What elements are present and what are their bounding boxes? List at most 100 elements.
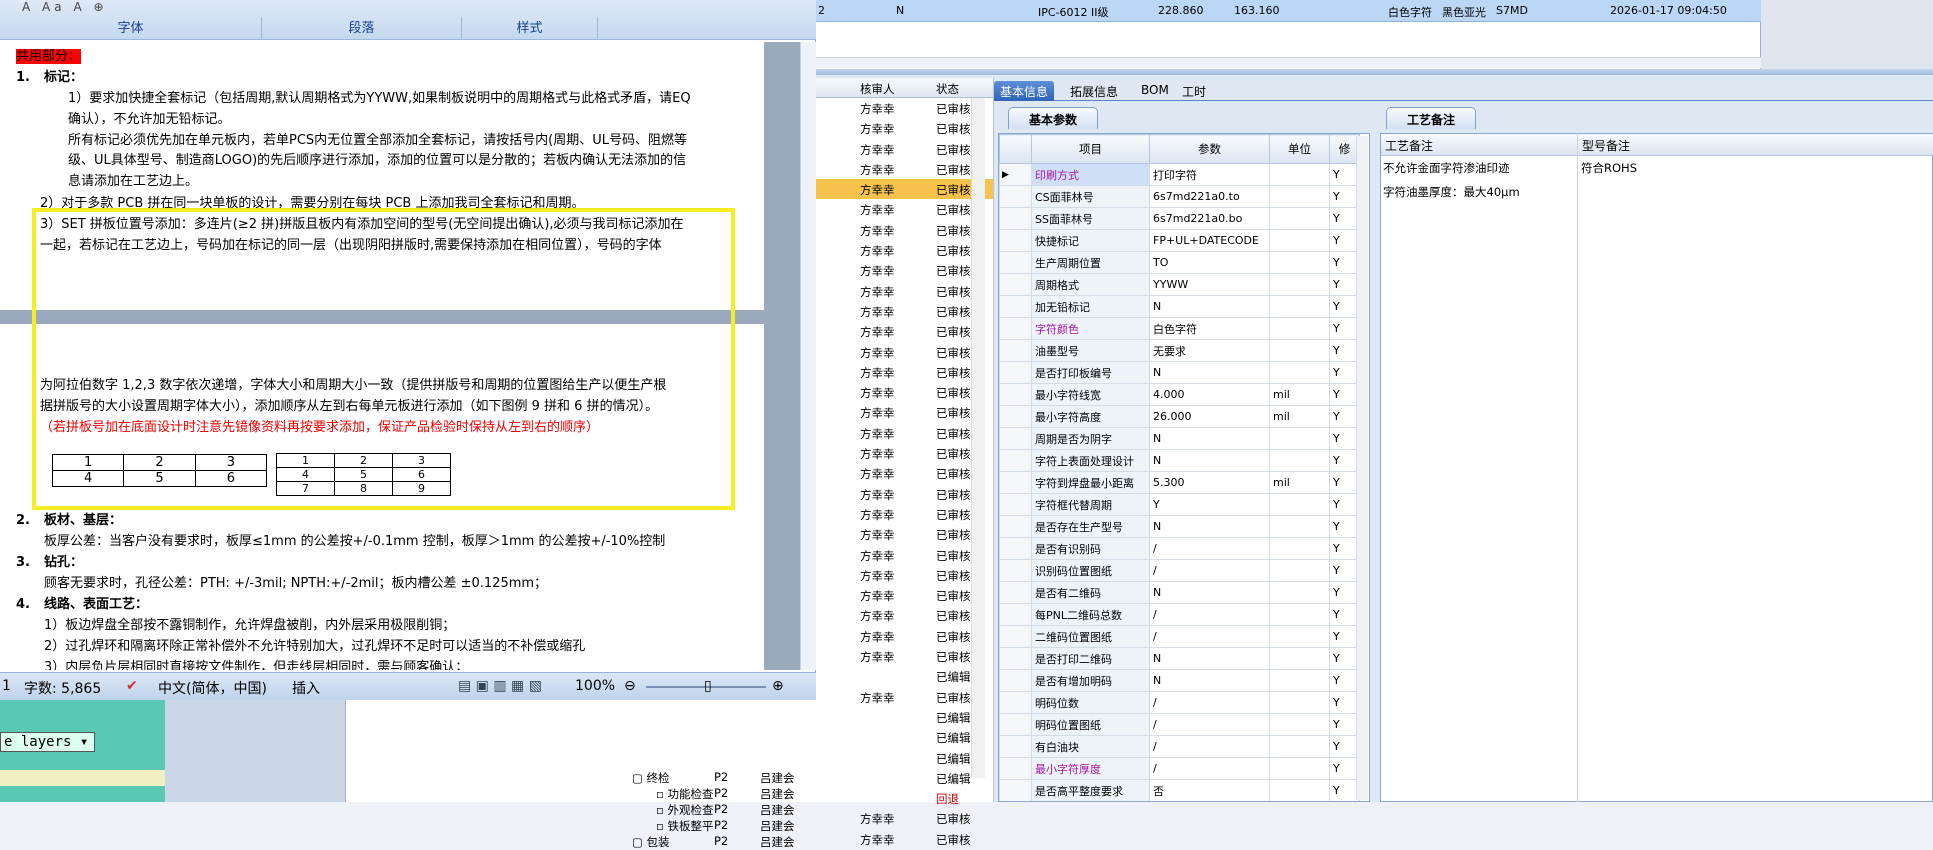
param-row[interactable]: SS面菲林号 6s7md221a0.bo Y bbox=[999, 207, 1360, 230]
tree-row[interactable]: 方幸幸 已审核 bbox=[816, 240, 993, 260]
grid-header-modify[interactable]: 修 bbox=[1329, 134, 1360, 164]
tab-bom[interactable]: BOM bbox=[1135, 81, 1175, 101]
layers-dropdown[interactable]: e layers ▾ bbox=[0, 732, 95, 752]
param-row[interactable]: 周期是否为阴字 N Y bbox=[999, 427, 1360, 450]
tab-extended-info[interactable]: 拓展信息 bbox=[1064, 81, 1124, 101]
param-value[interactable]: 无要求 bbox=[1149, 339, 1270, 362]
col-header-status[interactable]: 状态 bbox=[936, 81, 959, 97]
word-count[interactable]: 字数: 5,865 bbox=[24, 678, 101, 698]
param-value[interactable]: 6s7md221a0.to bbox=[1149, 185, 1270, 208]
param-value[interactable]: / bbox=[1149, 757, 1270, 780]
param-value[interactable]: / bbox=[1149, 691, 1270, 714]
tree-row[interactable]: 方幸幸 已审核 bbox=[816, 98, 993, 118]
param-value[interactable]: 4.000 bbox=[1149, 383, 1270, 406]
param-row[interactable]: 字符颜色 白色字符 Y bbox=[999, 317, 1360, 340]
tree-row[interactable]: 方幸幸 已审核 bbox=[816, 199, 993, 219]
notes-header-process[interactable]: 工艺备注 bbox=[1381, 134, 1578, 156]
selected-record-row[interactable]: 2 N IPC-6012 II级 228.860 163.160 白色字符 黑色… bbox=[816, 0, 1761, 22]
param-row[interactable]: ▶ 印刷方式 打印字符 Y bbox=[999, 163, 1360, 186]
insert-mode[interactable]: 插入 bbox=[292, 678, 320, 698]
param-row[interactable]: 生产周期位置 TO Y bbox=[999, 251, 1360, 274]
tree-row[interactable]: 方幸幸 已审核 bbox=[816, 808, 993, 828]
param-row[interactable]: 快捷标记 FP+UL+DATECODE Y bbox=[999, 229, 1360, 252]
param-value[interactable]: N bbox=[1149, 361, 1270, 384]
tab-basic-info[interactable]: 基本信息 bbox=[994, 81, 1055, 101]
param-row[interactable]: 最小字符线宽 4.000 mil Y bbox=[999, 383, 1360, 406]
param-value[interactable]: / bbox=[1149, 603, 1270, 626]
tree-row[interactable]: 方幸幸 已审核 bbox=[816, 585, 993, 605]
param-row[interactable]: 字符上表面处理设计 N Y bbox=[999, 449, 1360, 472]
font-color-icon[interactable]: A bbox=[22, 0, 34, 14]
param-value[interactable]: / bbox=[1149, 713, 1270, 736]
page-indicator[interactable]: 1 bbox=[2, 678, 11, 694]
tree-row[interactable]: 方幸幸 已审核 bbox=[816, 524, 993, 544]
param-row[interactable]: 最小字符厚度 / Y bbox=[999, 757, 1360, 780]
spell-check-icon[interactable]: ✔ bbox=[126, 678, 138, 694]
tree-row[interactable]: 方幸幸 已审核 bbox=[816, 260, 993, 280]
param-value[interactable]: 白色字符 bbox=[1149, 317, 1270, 340]
param-value[interactable]: 6s7md221a0.bo bbox=[1149, 207, 1270, 230]
param-value[interactable]: TO bbox=[1149, 251, 1270, 274]
param-row[interactable]: 是否有识别码 / Y bbox=[999, 537, 1360, 560]
font-toolbar[interactable]: A Aa A ⊕ bbox=[22, 0, 242, 16]
param-row[interactable]: 是否有二维码 N Y bbox=[999, 581, 1360, 604]
param-value[interactable]: N bbox=[1149, 647, 1270, 670]
tree-row[interactable]: 方幸幸 已审核 bbox=[816, 484, 993, 504]
tree-row[interactable]: 方幸幸 已审核 bbox=[816, 118, 993, 138]
tree-row[interactable]: 方幸幸 已审核 bbox=[816, 423, 993, 443]
zoom-out-icon[interactable]: ⊖ bbox=[624, 678, 636, 694]
param-row[interactable]: 最小字符高度 26.000 mil Y bbox=[999, 405, 1360, 428]
tree-row[interactable]: 已编辑 bbox=[816, 666, 993, 686]
param-value[interactable]: 否 bbox=[1149, 779, 1270, 801]
bottom-tree-node[interactable]: ▢ 包装 bbox=[632, 834, 670, 850]
zoom-in-icon[interactable]: ⊕ bbox=[772, 678, 784, 694]
bottom-tree-node[interactable]: ▫ 铁板整平 bbox=[656, 818, 713, 834]
view-buttons-icon[interactable]: ▤ ▣ ▥ ▦ ▧ bbox=[458, 678, 542, 694]
param-value[interactable]: 26.000 bbox=[1149, 405, 1270, 428]
param-value[interactable]: N bbox=[1149, 295, 1270, 318]
param-value[interactable]: / bbox=[1149, 625, 1270, 648]
param-row[interactable]: 每PNL二维码总数 / Y bbox=[999, 603, 1360, 626]
param-row[interactable]: 字符到焊盘最小距离 5.300 mil Y bbox=[999, 471, 1360, 494]
tree-row[interactable]: 已编辑 bbox=[816, 707, 993, 727]
param-row[interactable]: 周期格式 YYWW Y bbox=[999, 273, 1360, 296]
insert-symbol-icon[interactable]: ⊕ bbox=[93, 0, 107, 14]
tree-row[interactable]: 已编辑 bbox=[816, 768, 993, 788]
tree-row[interactable]: 方幸幸 已审核 bbox=[816, 605, 993, 625]
param-row[interactable]: 二维码位置图纸 / Y bbox=[999, 625, 1360, 648]
param-row[interactable]: 明码位数 / Y bbox=[999, 691, 1360, 714]
tree-row[interactable]: 方幸幸 已审核 bbox=[816, 545, 993, 565]
bottom-tree-node[interactable]: ▢ 终检 bbox=[632, 770, 670, 786]
param-row[interactable]: 是否高平整度要求否 Y bbox=[999, 779, 1360, 801]
tree-row[interactable]: 方幸幸 已审核 bbox=[816, 646, 993, 666]
param-value[interactable]: YYWW bbox=[1149, 273, 1270, 296]
tree-row[interactable]: 方幸幸 已审核 bbox=[816, 463, 993, 483]
param-value[interactable]: N bbox=[1149, 581, 1270, 604]
param-row[interactable]: 是否有增加明码 N Y bbox=[999, 669, 1360, 692]
tree-row[interactable]: 方幸幸 已审核 bbox=[816, 829, 993, 849]
grid-vertical-scrollbar[interactable] bbox=[1356, 136, 1368, 800]
zoom-slider-thumb-icon[interactable]: ▯ bbox=[704, 678, 712, 694]
process-note-1[interactable]: 不允许金面字符渗油印迹 bbox=[1383, 160, 1510, 176]
tree-row[interactable]: 方幸幸 已审核 bbox=[816, 565, 993, 585]
param-value[interactable]: FP+UL+DATECODE bbox=[1149, 229, 1270, 252]
param-value[interactable]: Y bbox=[1149, 493, 1270, 516]
splitter[interactable] bbox=[816, 69, 1933, 75]
param-value[interactable]: N bbox=[1149, 427, 1270, 450]
tab-basic-params[interactable]: 基本参数 bbox=[1008, 107, 1099, 129]
tree-vertical-scrollbar[interactable] bbox=[971, 98, 985, 778]
model-note-1[interactable]: 符合ROHS bbox=[1581, 160, 1637, 176]
param-row[interactable]: 识别码位置图纸 / Y bbox=[999, 559, 1360, 582]
tree-row[interactable]: 已编辑 bbox=[816, 727, 993, 747]
param-value[interactable]: N bbox=[1149, 669, 1270, 692]
tree-row[interactable]: 方幸幸 已审核 bbox=[816, 220, 993, 240]
param-value[interactable]: N bbox=[1149, 515, 1270, 538]
param-row[interactable]: 加无铅标记 N Y bbox=[999, 295, 1360, 318]
process-note-2[interactable]: 字符油墨厚度：最大40μm bbox=[1383, 184, 1520, 200]
param-row[interactable]: 字符框代替周期 Y Y bbox=[999, 493, 1360, 516]
tree-row[interactable]: 方幸幸 已审核 bbox=[816, 504, 993, 524]
tree-row[interactable]: 方幸幸 已审核 bbox=[816, 281, 993, 301]
tree-row[interactable]: 方幸幸 已审核 bbox=[816, 179, 993, 200]
tree-row[interactable]: 方幸幸 已审核 bbox=[816, 362, 993, 382]
horizontal-scrollbar[interactable] bbox=[816, 57, 1761, 68]
